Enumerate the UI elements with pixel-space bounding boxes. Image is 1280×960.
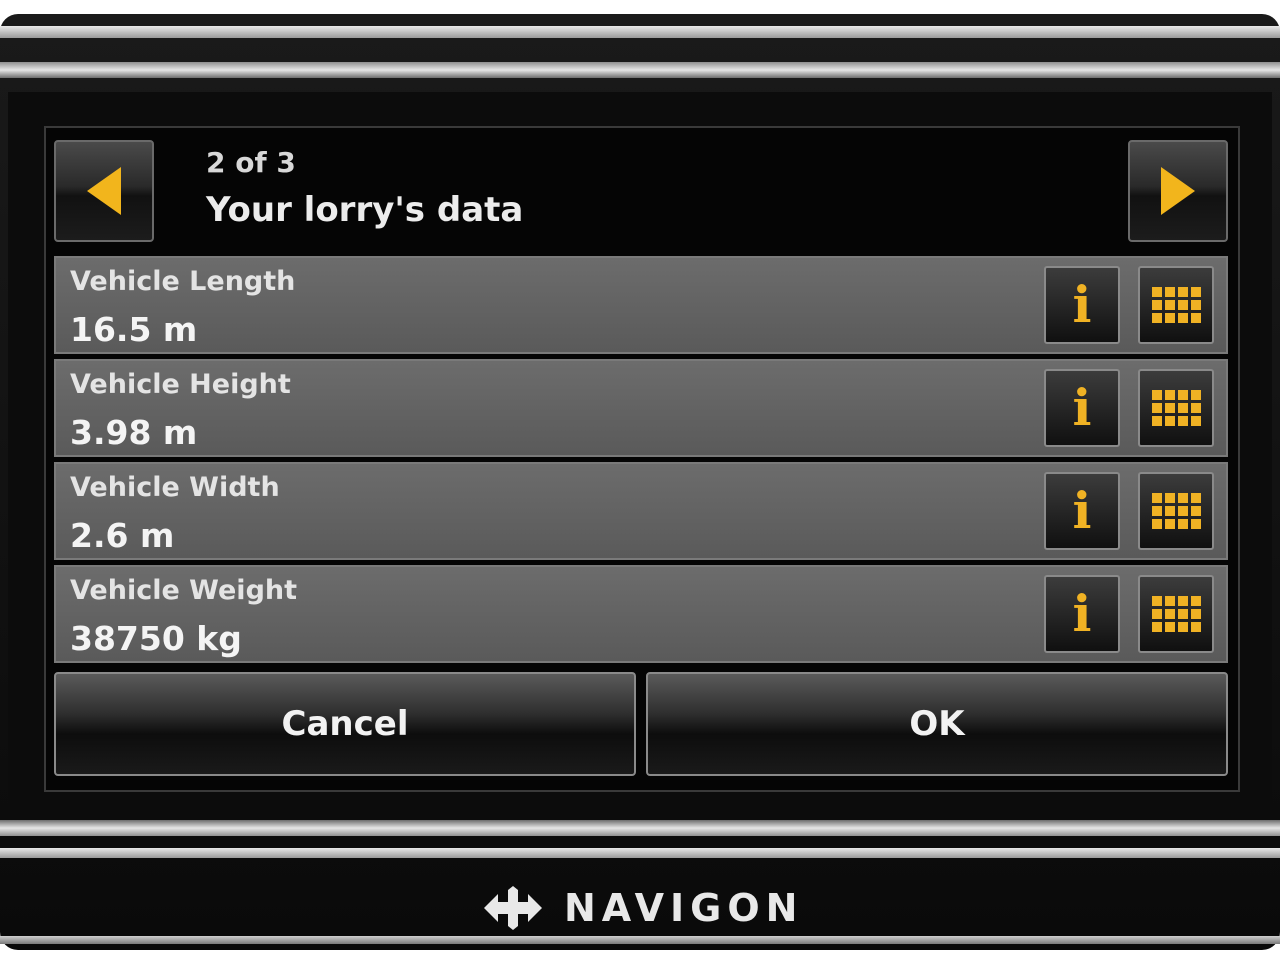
bezel-trim-base xyxy=(0,936,1280,944)
page-title: Your lorry's data xyxy=(206,190,524,230)
list-item-vehicle-weight: Vehicle Weight 38750 kg i xyxy=(54,565,1228,663)
bezel-trim-bottom xyxy=(0,848,1280,858)
row-value: 2.6 m xyxy=(70,516,175,555)
row-label: Vehicle Width xyxy=(70,472,280,503)
row-value: 38750 kg xyxy=(70,619,242,658)
brand-name: NAVIGON xyxy=(564,886,804,930)
list-item-vehicle-height: Vehicle Height 3.98 m i xyxy=(54,359,1228,457)
info-icon: i xyxy=(1072,584,1092,643)
list-item-vehicle-length: Vehicle Length 16.5 m i xyxy=(54,256,1228,354)
cancel-button[interactable]: Cancel xyxy=(54,672,636,776)
ok-button[interactable]: OK xyxy=(646,672,1228,776)
keypad-button[interactable] xyxy=(1138,575,1214,653)
info-icon: i xyxy=(1072,378,1092,437)
keypad-icon xyxy=(1151,390,1201,426)
row-label: Vehicle Height xyxy=(70,369,291,400)
bezel-trim-bottom-inner xyxy=(0,820,1280,836)
info-button[interactable]: i xyxy=(1044,472,1120,550)
row-value: 3.98 m xyxy=(70,413,198,452)
info-icon: i xyxy=(1072,481,1092,540)
bezel-trim-top-inner xyxy=(0,62,1280,78)
keypad-icon xyxy=(1151,287,1201,323)
arrow-right-icon xyxy=(1161,167,1195,215)
row-label: Vehicle Length xyxy=(70,266,296,297)
brand-logo: NAVIGON xyxy=(484,880,803,936)
keypad-button[interactable] xyxy=(1138,266,1214,344)
info-button[interactable]: i xyxy=(1044,266,1120,344)
arrow-left-icon xyxy=(87,167,121,215)
keypad-icon xyxy=(1151,493,1201,529)
keypad-button[interactable] xyxy=(1138,369,1214,447)
info-button[interactable]: i xyxy=(1044,575,1120,653)
info-button[interactable]: i xyxy=(1044,369,1120,447)
keypad-button[interactable] xyxy=(1138,472,1214,550)
previous-page-button[interactable] xyxy=(54,140,154,242)
list-item-vehicle-width: Vehicle Width 2.6 m i xyxy=(54,462,1228,560)
next-page-button[interactable] xyxy=(1128,140,1228,242)
row-label: Vehicle Weight xyxy=(70,575,298,606)
page-indicator: 2 of 3 xyxy=(206,146,296,179)
vehicle-data-list: Vehicle Length 16.5 m i Vehicle Height 3… xyxy=(54,256,1228,668)
info-icon: i xyxy=(1072,275,1092,334)
row-value: 16.5 m xyxy=(70,310,198,349)
bezel-trim-top xyxy=(0,26,1280,38)
navigon-logo-icon xyxy=(484,886,542,930)
keypad-icon xyxy=(1151,596,1201,632)
